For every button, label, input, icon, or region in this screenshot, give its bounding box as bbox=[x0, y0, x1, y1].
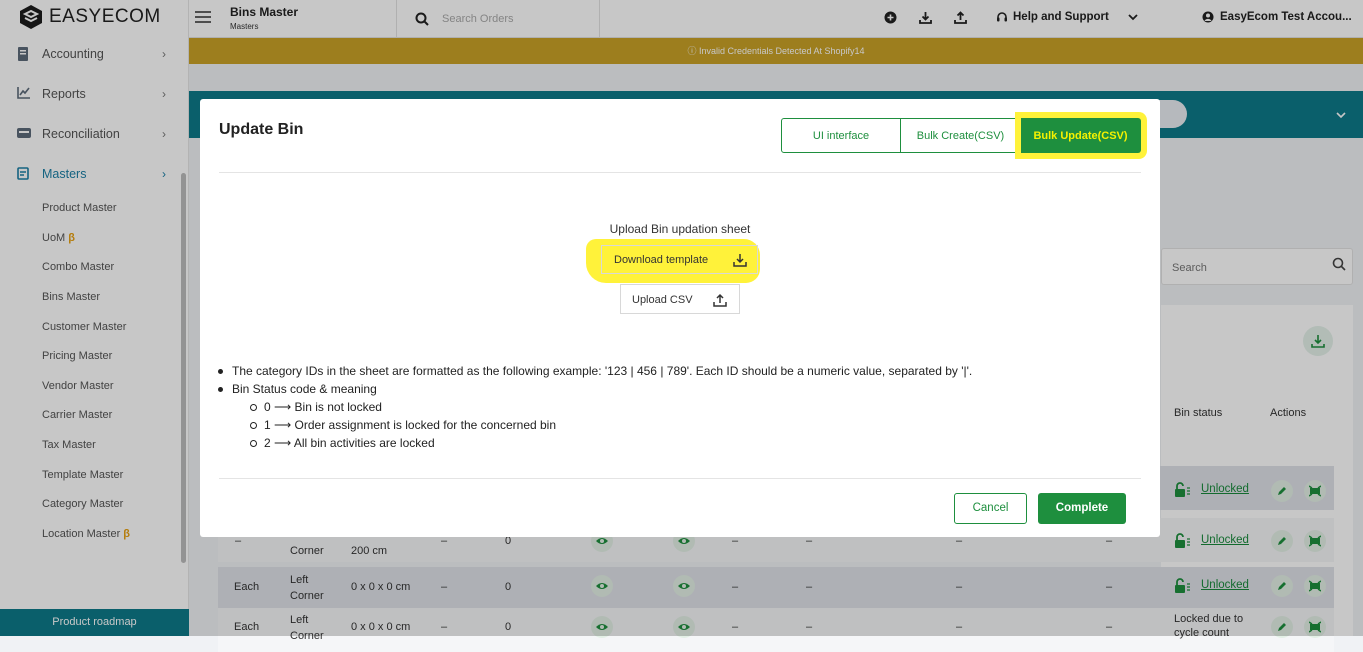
modal-tabs: UI interface Bulk Create(CSV) Bulk Updat… bbox=[781, 118, 1141, 153]
tab-bulk-update[interactable]: Bulk Update(CSV) bbox=[1021, 118, 1141, 153]
complete-button[interactable]: Complete bbox=[1038, 493, 1126, 524]
upload-title: Upload Bin updation sheet bbox=[609, 222, 751, 236]
instruction-item: The category IDs in the sheet are format… bbox=[218, 362, 972, 380]
divider bbox=[219, 172, 1141, 173]
cancel-button[interactable]: Cancel bbox=[954, 493, 1027, 524]
upload-csv-label: Upload CSV bbox=[632, 294, 693, 306]
modal-title: Update Bin bbox=[219, 121, 304, 138]
instructions-list: The category IDs in the sheet are format… bbox=[218, 362, 972, 452]
upload-csv-button[interactable]: Upload CSV bbox=[620, 284, 740, 314]
download-icon bbox=[733, 254, 747, 267]
status-code-item: 0 ⟶ Bin is not locked bbox=[218, 398, 972, 416]
update-bin-modal: Update Bin UI interface Bulk Create(CSV)… bbox=[200, 99, 1160, 537]
divider bbox=[219, 478, 1141, 479]
download-template-label: Download template bbox=[614, 254, 709, 266]
instruction-item: Bin Status code & meaning bbox=[218, 380, 972, 398]
download-template-button[interactable]: Download template bbox=[601, 245, 758, 274]
upload-icon bbox=[713, 293, 727, 307]
tab-bulk-create[interactable]: Bulk Create(CSV) bbox=[901, 118, 1021, 153]
tab-ui-interface[interactable]: UI interface bbox=[781, 118, 901, 153]
status-code-item: 1 ⟶ Order assignment is locked for the c… bbox=[218, 416, 972, 434]
status-code-item: 2 ⟶ All bin activities are locked bbox=[218, 434, 972, 452]
